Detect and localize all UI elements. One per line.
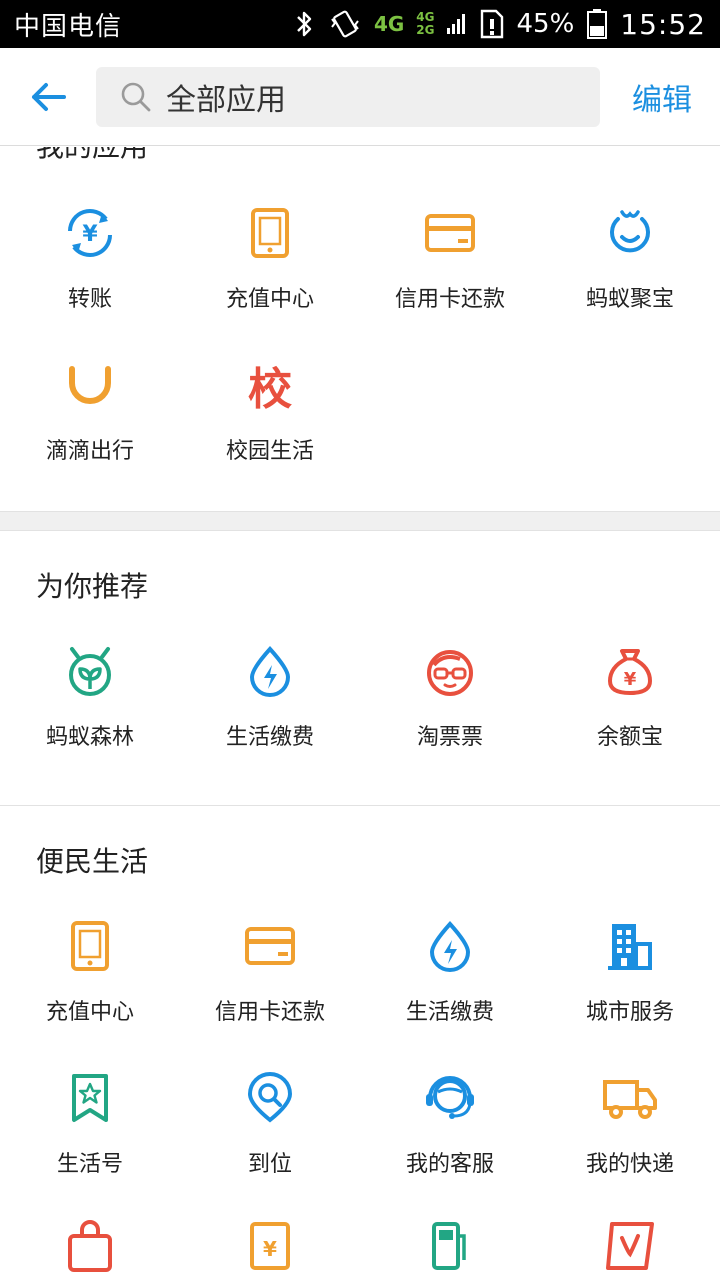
vibrate-icon <box>328 9 362 39</box>
app-list[interactable]: 我的应用 ¥ 转账 充值中心 <box>0 147 720 1280</box>
edit-button[interactable]: 编辑 <box>632 75 692 119</box>
battery-icon <box>586 8 608 40</box>
credit-card-icon <box>420 203 480 263</box>
recommend-title: 为你推荐 <box>36 570 149 603</box>
signal-icon <box>446 12 467 36</box>
app-utility-2[interactable]: 生活缴费 <box>360 880 540 1032</box>
clock: 15:52 <box>620 7 706 41</box>
app-antfortune[interactable]: 蚂蚁聚宝 <box>540 167 720 319</box>
app-label: 淘票票 <box>416 725 483 750</box>
app-label: 到位 <box>247 1152 292 1177</box>
credit-card-icon <box>240 916 300 976</box>
phone-icon <box>240 203 300 263</box>
app-partial-v[interactable] <box>540 1184 720 1270</box>
svg-text:¥: ¥ <box>263 1237 277 1261</box>
building-icon <box>600 916 660 976</box>
app-label: 充值中心 <box>225 287 314 312</box>
location-search-icon <box>240 1068 300 1128</box>
money-bag-icon: ¥ <box>600 641 660 701</box>
app-partial-fuel[interactable] <box>360 1184 540 1270</box>
app-daowei[interactable]: 到位 <box>180 1032 360 1184</box>
section-gap <box>0 511 720 531</box>
sim-alert-icon <box>479 8 505 40</box>
app-label: 生活缴费 <box>225 725 314 750</box>
app-label: 蚂蚁森林 <box>45 725 134 750</box>
app-utility[interactable]: 生活缴费 <box>180 605 360 757</box>
v-card-icon <box>600 1220 660 1272</box>
utility-drop-icon <box>240 641 300 701</box>
bookmark-star-icon <box>60 1068 120 1128</box>
app-customer-service[interactable]: 我的客服 <box>360 1032 540 1184</box>
back-button[interactable] <box>0 48 96 146</box>
svg-text:¥: ¥ <box>82 222 98 247</box>
app-express[interactable]: 我的快递 <box>540 1032 720 1184</box>
app-topup[interactable]: 充值中心 <box>180 167 360 319</box>
truck-icon <box>600 1068 660 1128</box>
app-didi[interactable]: 滴滴出行 <box>0 319 180 471</box>
network-bottom-label: 2G <box>416 23 435 37</box>
search-text: 全部应用 <box>166 82 286 118</box>
app-transfer[interactable]: ¥ 转账 <box>0 167 180 319</box>
app-label: 生活缴费 <box>405 1000 494 1025</box>
customer-service-icon <box>420 1068 480 1128</box>
app-credit-card[interactable]: 信用卡还款 <box>360 167 540 319</box>
app-label: 校园生活 <box>225 439 314 464</box>
campus-icon: 校 <box>240 355 300 415</box>
forest-icon <box>60 641 120 701</box>
battery-percentage: 45% <box>516 9 575 39</box>
network-dual-label: 4G 2G <box>416 11 434 37</box>
top-navigation: 全部应用 编辑 <box>0 48 720 146</box>
utility-drop-icon <box>420 916 480 976</box>
app-taopiaopiao[interactable]: 淘票票 <box>360 605 540 757</box>
app-label: 信用卡还款 <box>394 287 505 312</box>
app-label: 滴滴出行 <box>45 439 134 464</box>
app-label: 余额宝 <box>596 725 663 750</box>
status-indicators: 4G 4G 2G 45% 15:52 <box>292 8 706 41</box>
convenience-title: 便民生活 <box>36 845 149 878</box>
app-topup-2[interactable]: 充值中心 <box>0 880 180 1032</box>
taopiaopiao-icon <box>420 641 480 701</box>
app-label: 城市服务 <box>585 1000 674 1025</box>
network-4g-label: 4G <box>373 12 405 36</box>
back-arrow-icon <box>32 82 66 111</box>
app-partial-yuan[interactable]: ¥ <box>180 1184 360 1270</box>
app-label: 转账 <box>67 287 112 312</box>
search-input[interactable]: 全部应用 <box>96 66 600 127</box>
my-apps-title: 我的应用 <box>0 147 720 167</box>
app-partial-bag[interactable] <box>0 1184 180 1272</box>
app-label: 蚂蚁聚宝 <box>585 287 674 312</box>
app-city-service[interactable]: 城市服务 <box>540 880 720 1032</box>
recommend-section: 为你推荐 蚂蚁森林 生活缴费 淘票票 ¥ 余额宝 <box>0 531 720 805</box>
fuel-pump-icon <box>420 1220 480 1272</box>
search-icon <box>121 82 151 111</box>
app-label: 我的客服 <box>405 1152 494 1177</box>
shopping-bag-icon <box>60 1220 120 1272</box>
app-label: 我的快递 <box>585 1152 674 1177</box>
status-bar: 中国电信 4G 4G 2G 45% 15:52 <box>0 0 720 48</box>
transfer-icon: ¥ <box>60 203 120 263</box>
campus-glyph: 校 <box>248 364 292 415</box>
app-yuebao[interactable]: ¥ 余额宝 <box>540 605 720 757</box>
bluetooth-icon <box>292 9 316 39</box>
phone-icon <box>60 916 120 976</box>
app-label: 信用卡还款 <box>214 1000 325 1025</box>
didi-icon <box>60 355 120 415</box>
app-ant-forest[interactable]: 蚂蚁森林 <box>0 605 180 757</box>
svg-text:¥: ¥ <box>624 669 637 690</box>
convenience-section: 便民生活 充值中心 信用卡还款 生活缴费 城市服务 生活号 到位 我的客服 我的… <box>0 806 720 1272</box>
my-apps-section: 我的应用 ¥ 转账 充值中心 <box>0 147 720 511</box>
app-life-account[interactable]: 生活号 <box>0 1032 180 1184</box>
app-label: 生活号 <box>56 1152 123 1177</box>
app-credit-card-2[interactable]: 信用卡还款 <box>180 880 360 1032</box>
yuan-receipt-icon: ¥ <box>240 1220 300 1272</box>
carrier-name: 中国电信 <box>14 11 123 42</box>
antfortune-icon <box>600 203 660 263</box>
app-campus[interactable]: 校 校园生活 <box>180 319 360 471</box>
app-label: 充值中心 <box>45 1000 134 1025</box>
